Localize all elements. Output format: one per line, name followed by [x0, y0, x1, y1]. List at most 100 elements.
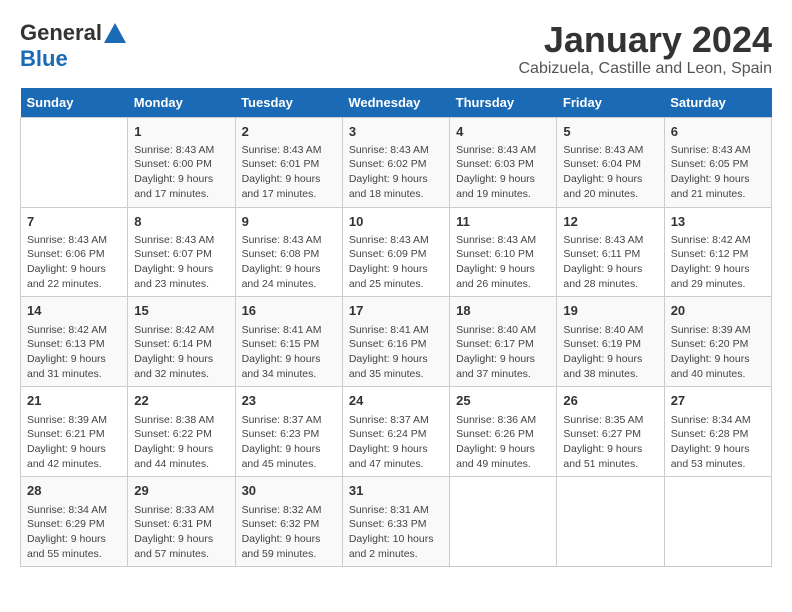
- day-info: Sunrise: 8:32 AMSunset: 6:32 PMDaylight:…: [242, 503, 336, 562]
- day-number: 26: [563, 392, 657, 410]
- calendar-cell: 11 Sunrise: 8:43 AMSunset: 6:10 PMDayligh…: [450, 207, 557, 297]
- calendar-cell: 7Sunrise: 8:43 AMSunset: 6:06 PMDaylight…: [21, 207, 128, 297]
- weekday-header: Thursday: [450, 88, 557, 118]
- calendar-cell: 8Sunrise: 8:43 AMSunset: 6:07 PMDaylight…: [128, 207, 235, 297]
- day-number: 1: [134, 123, 228, 141]
- day-number: 24: [349, 392, 443, 410]
- day-info: Sunrise: 8:43 AMSunset: 6:00 PMDaylight:…: [134, 143, 228, 202]
- day-info: Sunrise: 8:41 AMSunset: 6:15 PMDaylight:…: [242, 323, 336, 382]
- day-number: 15: [134, 302, 228, 320]
- day-number: 17: [349, 302, 443, 320]
- calendar-cell: 30 Sunrise: 8:32 AMSunset: 6:32 PMDayligh…: [235, 477, 342, 567]
- calendar-cell: 19 Sunrise: 8:40 AMSunset: 6:19 PMDayligh…: [557, 297, 664, 387]
- calendar-cell: 9Sunrise: 8:43 AMSunset: 6:08 PMDaylight…: [235, 207, 342, 297]
- logo-icon: [104, 23, 126, 43]
- day-info: Sunrise: 8:43 AMSunset: 6:07 PMDaylight:…: [134, 233, 228, 292]
- day-info: Sunrise: 8:40 AMSunset: 6:19 PMDaylight:…: [563, 323, 657, 382]
- calendar-cell: 3Sunrise: 8:43 AMSunset: 6:02 PMDaylight…: [342, 117, 449, 207]
- calendar-cell: 4 Sunrise: 8:43 AMSunset: 6:03 PMDaylight…: [450, 117, 557, 207]
- day-number: 13: [671, 213, 765, 231]
- day-info: Sunrise: 8:37 AMSunset: 6:23 PMDaylight:…: [242, 413, 336, 472]
- day-number: 25: [456, 392, 550, 410]
- day-info: Sunrise: 8:34 AMSunset: 6:28 PMDaylight:…: [671, 413, 765, 472]
- calendar-cell: 22 Sunrise: 8:38 AMSunset: 6:22 PMDayligh…: [128, 387, 235, 477]
- day-info: Sunrise: 8:31 AMSunset: 6:33 PMDaylight:…: [349, 503, 443, 562]
- calendar-cell: 10 Sunrise: 8:43 AMSunset: 6:09 PMDayligh…: [342, 207, 449, 297]
- calendar-week-row: 28 Sunrise: 8:34 AMSunset: 6:29 PMDayligh…: [21, 477, 772, 567]
- day-number: 6: [671, 123, 765, 141]
- day-number: 21: [27, 392, 121, 410]
- calendar-cell: 2 Sunrise: 8:43 AMSunset: 6:01 PMDaylight…: [235, 117, 342, 207]
- day-info: Sunrise: 8:43 AMSunset: 6:03 PMDaylight:…: [456, 143, 550, 202]
- calendar-cell: [450, 477, 557, 567]
- logo-text-general: General: [20, 20, 102, 46]
- day-info: Sunrise: 8:34 AMSunset: 6:29 PMDaylight:…: [27, 503, 121, 562]
- day-number: 7: [27, 213, 121, 231]
- day-number: 28: [27, 482, 121, 500]
- day-number: 4: [456, 123, 550, 141]
- calendar-cell: 27 Sunrise: 8:34 AMSunset: 6:28 PMDayligh…: [664, 387, 771, 477]
- day-number: 20: [671, 302, 765, 320]
- day-number: 19: [563, 302, 657, 320]
- day-info: Sunrise: 8:41 AMSunset: 6:16 PMDaylight:…: [349, 323, 443, 382]
- calendar-cell: 31Sunrise: 8:31 AMSunset: 6:33 PMDayligh…: [342, 477, 449, 567]
- day-number: 5: [563, 123, 657, 141]
- day-number: 10: [349, 213, 443, 231]
- day-info: Sunrise: 8:37 AMSunset: 6:24 PMDaylight:…: [349, 413, 443, 472]
- calendar-cell: 18 Sunrise: 8:40 AMSunset: 6:17 PMDayligh…: [450, 297, 557, 387]
- calendar-cell: 23Sunrise: 8:37 AMSunset: 6:23 PMDayligh…: [235, 387, 342, 477]
- day-number: 30: [242, 482, 336, 500]
- day-info: Sunrise: 8:38 AMSunset: 6:22 PMDaylight:…: [134, 413, 228, 472]
- day-number: 11: [456, 213, 550, 231]
- day-info: Sunrise: 8:39 AMSunset: 6:21 PMDaylight:…: [27, 413, 121, 472]
- day-info: Sunrise: 8:43 AMSunset: 6:05 PMDaylight:…: [671, 143, 765, 202]
- calendar-cell: [664, 477, 771, 567]
- day-number: 2: [242, 123, 336, 141]
- day-number: 12: [563, 213, 657, 231]
- day-info: Sunrise: 8:42 AMSunset: 6:13 PMDaylight:…: [27, 323, 121, 382]
- day-number: 22: [134, 392, 228, 410]
- calendar-cell: [21, 117, 128, 207]
- day-info: Sunrise: 8:43 AMSunset: 6:10 PMDaylight:…: [456, 233, 550, 292]
- calendar-cell: 14 Sunrise: 8:42 AMSunset: 6:13 PMDayligh…: [21, 297, 128, 387]
- day-number: 27: [671, 392, 765, 410]
- day-info: Sunrise: 8:36 AMSunset: 6:26 PMDaylight:…: [456, 413, 550, 472]
- weekday-header: Sunday: [21, 88, 128, 118]
- day-info: Sunrise: 8:43 AMSunset: 6:01 PMDaylight:…: [242, 143, 336, 202]
- weekday-header-row: SundayMondayTuesdayWednesdayThursdayFrid…: [21, 88, 772, 118]
- calendar-cell: 6 Sunrise: 8:43 AMSunset: 6:05 PMDaylight…: [664, 117, 771, 207]
- calendar-cell: [557, 477, 664, 567]
- day-info: Sunrise: 8:43 AMSunset: 6:09 PMDaylight:…: [349, 233, 443, 292]
- calendar-cell: 24 Sunrise: 8:37 AMSunset: 6:24 PMDayligh…: [342, 387, 449, 477]
- page-header: General Blue January 2024 Cabizuela, Cas…: [20, 20, 772, 78]
- weekday-header: Tuesday: [235, 88, 342, 118]
- day-info: Sunrise: 8:39 AMSunset: 6:20 PMDaylight:…: [671, 323, 765, 382]
- title-block: January 2024 Cabizuela, Castille and Leo…: [519, 20, 773, 78]
- day-number: 14: [27, 302, 121, 320]
- day-number: 29: [134, 482, 228, 500]
- calendar-cell: 28 Sunrise: 8:34 AMSunset: 6:29 PMDayligh…: [21, 477, 128, 567]
- logo: General Blue: [20, 20, 126, 72]
- calendar-cell: 29 Sunrise: 8:33 AMSunset: 6:31 PMDayligh…: [128, 477, 235, 567]
- day-info: Sunrise: 8:42 AMSunset: 6:12 PMDaylight:…: [671, 233, 765, 292]
- calendar-cell: 17 Sunrise: 8:41 AMSunset: 6:16 PMDayligh…: [342, 297, 449, 387]
- day-info: Sunrise: 8:33 AMSunset: 6:31 PMDaylight:…: [134, 503, 228, 562]
- calendar-cell: 20 Sunrise: 8:39 AMSunset: 6:20 PMDayligh…: [664, 297, 771, 387]
- day-info: Sunrise: 8:40 AMSunset: 6:17 PMDaylight:…: [456, 323, 550, 382]
- day-info: Sunrise: 8:42 AMSunset: 6:14 PMDaylight:…: [134, 323, 228, 382]
- calendar-week-row: 14 Sunrise: 8:42 AMSunset: 6:13 PMDayligh…: [21, 297, 772, 387]
- day-info: Sunrise: 8:43 AMSunset: 6:08 PMDaylight:…: [242, 233, 336, 292]
- calendar-cell: 5 Sunrise: 8:43 AMSunset: 6:04 PMDaylight…: [557, 117, 664, 207]
- calendar-week-row: 7Sunrise: 8:43 AMSunset: 6:06 PMDaylight…: [21, 207, 772, 297]
- weekday-header: Wednesday: [342, 88, 449, 118]
- calendar-cell: 16Sunrise: 8:41 AMSunset: 6:15 PMDayligh…: [235, 297, 342, 387]
- calendar-week-row: 1 Sunrise: 8:43 AMSunset: 6:00 PMDaylight…: [21, 117, 772, 207]
- day-info: Sunrise: 8:35 AMSunset: 6:27 PMDaylight:…: [563, 413, 657, 472]
- calendar-cell: 13 Sunrise: 8:42 AMSunset: 6:12 PMDayligh…: [664, 207, 771, 297]
- calendar-cell: 26 Sunrise: 8:35 AMSunset: 6:27 PMDayligh…: [557, 387, 664, 477]
- day-number: 18: [456, 302, 550, 320]
- day-number: 3: [349, 123, 443, 141]
- day-info: Sunrise: 8:43 AMSunset: 6:04 PMDaylight:…: [563, 143, 657, 202]
- calendar-week-row: 21 Sunrise: 8:39 AMSunset: 6:21 PMDayligh…: [21, 387, 772, 477]
- calendar-cell: 1 Sunrise: 8:43 AMSunset: 6:00 PMDaylight…: [128, 117, 235, 207]
